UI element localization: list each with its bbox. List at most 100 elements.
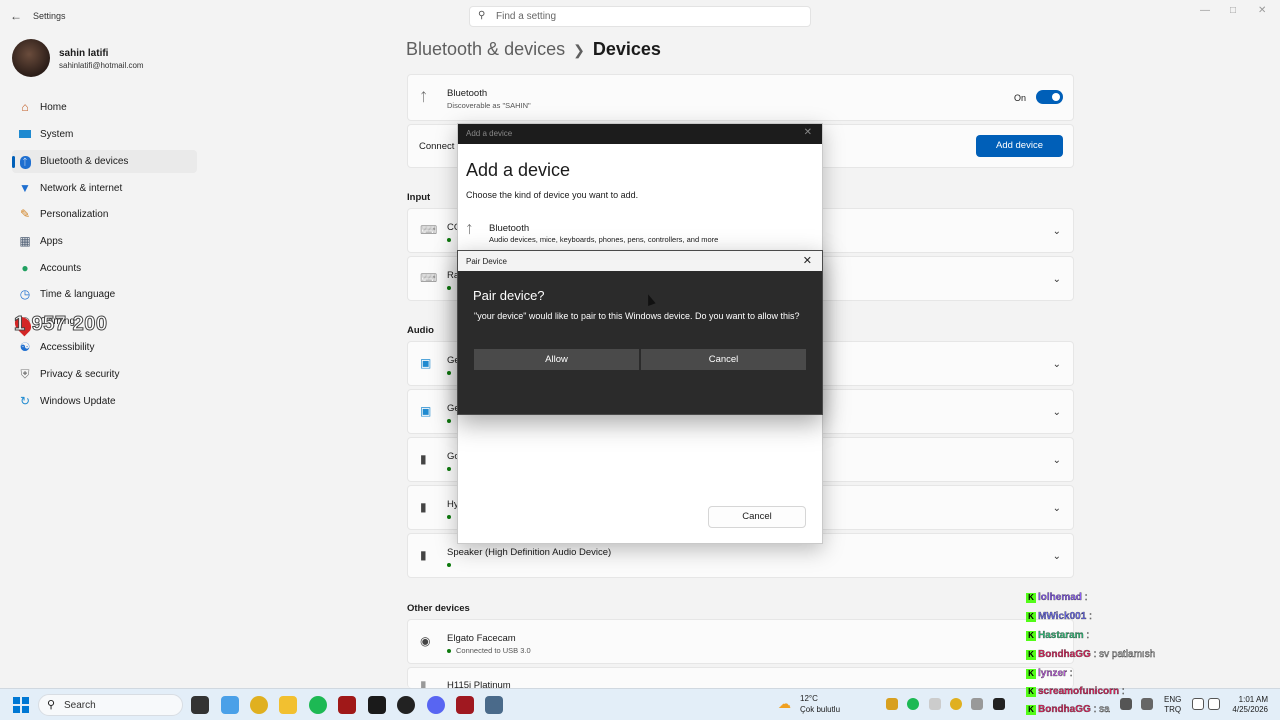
chevron-down-icon[interactable]: ⌄ (1053, 226, 1061, 237)
allow-button[interactable]: Allow (474, 349, 639, 370)
status-dot (447, 283, 456, 292)
chat-text: : sa (1093, 704, 1110, 716)
volume-icon[interactable] (1208, 698, 1220, 710)
sidebar-item-label: Time & language (40, 289, 116, 300)
app-icon[interactable] (368, 696, 386, 714)
device-name: Elgato Facecam (447, 633, 516, 644)
active-indicator (12, 156, 15, 168)
status-dot (447, 464, 456, 473)
tray-icon[interactable] (907, 698, 919, 710)
tray-icon[interactable] (886, 698, 898, 710)
file-explorer-icon[interactable] (279, 696, 297, 714)
section-other: Other devices (407, 603, 470, 614)
chevron-down-icon[interactable]: ⌄ (1053, 407, 1061, 418)
device-row[interactable]: ▮ H115i Platinum (407, 667, 1074, 692)
kick-badge-icon: K (1026, 631, 1036, 641)
sidebar-item-personalization[interactable]: ✎ Personalization (12, 203, 197, 226)
speaker-icon: ▮ (420, 452, 427, 466)
bluetooth-option-desc: Audio devices, mice, keyboards, phones, … (489, 235, 719, 244)
wifi-icon: ▼ (19, 181, 31, 195)
back-arrow-icon[interactable]: ← (10, 9, 22, 23)
language-code: ENG (1164, 695, 1182, 704)
webcam-icon: ◉ (420, 634, 431, 648)
title-bar: ← Settings ⚲ Find a setting — □ ✕ (0, 0, 1280, 32)
bluetooth-icon: ᛏ (466, 224, 473, 236)
sidebar-item-label: Personalization (40, 209, 109, 220)
dialog-subtitle: Choose the kind of device you want to ad… (466, 190, 639, 200)
sidebar-item-bluetooth[interactable]: ᛏ Bluetooth & devices (12, 150, 197, 173)
bluetooth-toggle[interactable] (1036, 90, 1063, 104)
sidebar-item-label: Windows Update (40, 396, 116, 407)
sidebar-item-home[interactable]: ⌂ Home (12, 96, 197, 119)
app-icon[interactable] (397, 696, 415, 714)
kick-badge-icon: K (1026, 612, 1036, 622)
device-name: Speaker (High Definition Audio Device) (447, 547, 612, 558)
chat-message: Klolhemad : (1026, 592, 1088, 603)
chevron-down-icon[interactable]: ⌄ (1053, 551, 1061, 562)
add-device-button[interactable]: Add device (976, 135, 1063, 157)
spotify-icon[interactable] (309, 696, 327, 714)
cancel-button[interactable]: Cancel (641, 349, 806, 370)
chevron-down-icon[interactable]: ⌄ (1053, 503, 1061, 514)
shield-icon: ⛨ (20, 367, 30, 381)
kick-badge-icon: K (1026, 650, 1036, 660)
chat-text: : sv patlamısh (1093, 649, 1156, 661)
close-icon[interactable]: ✕ (804, 127, 812, 138)
sidebar-item-apps[interactable]: ▦ Apps (12, 230, 197, 253)
dialog-titlebar: Pair Device ✕ (458, 251, 822, 271)
sidebar-item-accounts[interactable]: ● Accounts (12, 257, 197, 280)
app-icon[interactable] (338, 696, 356, 714)
sidebar-item-label: Network & internet (40, 183, 123, 194)
sidebar-item-label: Bluetooth & devices (40, 156, 129, 167)
close-icon[interactable]: ✕ (1258, 5, 1266, 16)
app-icon[interactable] (456, 696, 474, 714)
tray-icon[interactable] (950, 698, 962, 710)
app-title: Settings (33, 11, 66, 21)
search-input[interactable]: ⚲ Find a setting (469, 6, 811, 27)
taskbar-search[interactable]: ⚲ Search (38, 694, 183, 716)
chevron-down-icon[interactable]: ⌄ (1053, 274, 1061, 285)
discord-icon[interactable] (427, 696, 445, 714)
weather-icon: ☁ (778, 696, 791, 711)
clock[interactable]: 1:01 AM 4/25/2026 (1226, 695, 1268, 715)
task-view-icon[interactable] (191, 696, 209, 714)
dialog-heading: Add a device (466, 160, 571, 180)
bluetooth-title: Bluetooth (447, 88, 488, 99)
sidebar-item-system[interactable]: System (12, 123, 197, 146)
sidebar-item-update[interactable]: ↻ Windows Update (12, 390, 197, 413)
sidebar-item-time[interactable]: ◷ Time & language (12, 283, 197, 306)
bluetooth-icon: ᛏ (18, 154, 32, 169)
display-icon[interactable] (1192, 698, 1204, 710)
device-status: Connected to USB 3.0 (447, 646, 531, 655)
breadcrumb-parent[interactable]: Bluetooth & devices (406, 39, 565, 59)
keyboard-icon: ⌨ (420, 271, 438, 285)
chrome-icon[interactable] (250, 696, 268, 714)
tray-icon[interactable] (929, 698, 941, 710)
sidebar-item-network[interactable]: ▼ Network & internet (12, 177, 197, 200)
device-status-text: Connected to USB 3.0 (456, 646, 531, 655)
pair-device-dialog: Pair Device ✕ Pair device? "your device"… (457, 250, 823, 415)
chevron-down-icon[interactable]: ⌄ (1053, 455, 1061, 466)
tray-icon[interactable] (971, 698, 983, 710)
device-row[interactable]: ◉ Elgato Facecam Connected to USB 3.0 (407, 619, 1074, 664)
chevron-down-icon[interactable]: ⌄ (1053, 359, 1061, 370)
minimize-icon[interactable]: — (1200, 5, 1210, 16)
cancel-button[interactable]: Cancel (708, 506, 806, 528)
language-indicator[interactable]: ENG TRQ (1164, 695, 1181, 715)
close-icon[interactable]: ✕ (803, 254, 812, 267)
settings-icon[interactable] (485, 696, 503, 714)
copilot-icon[interactable] (221, 696, 239, 714)
sidebar-item-privacy[interactable]: ⛨ Privacy & security (12, 363, 197, 386)
bluetooth-option[interactable]: Bluetooth (489, 223, 529, 234)
status-dot (447, 368, 456, 377)
battery-icon[interactable] (1120, 698, 1132, 710)
breadcrumb-chevron-icon: ❯ (573, 42, 585, 58)
update-icon: ↻ (19, 394, 31, 408)
chat-message: Klynzer : (1026, 668, 1073, 679)
windows-start-icon[interactable] (13, 697, 29, 713)
tray-icon[interactable] (993, 698, 1005, 710)
avatar[interactable] (12, 39, 50, 77)
maximize-icon[interactable]: □ (1230, 5, 1236, 16)
network-icon[interactable] (1141, 698, 1153, 710)
sidebar-item-accessibility[interactable]: ☯ Accessibility (12, 336, 197, 359)
